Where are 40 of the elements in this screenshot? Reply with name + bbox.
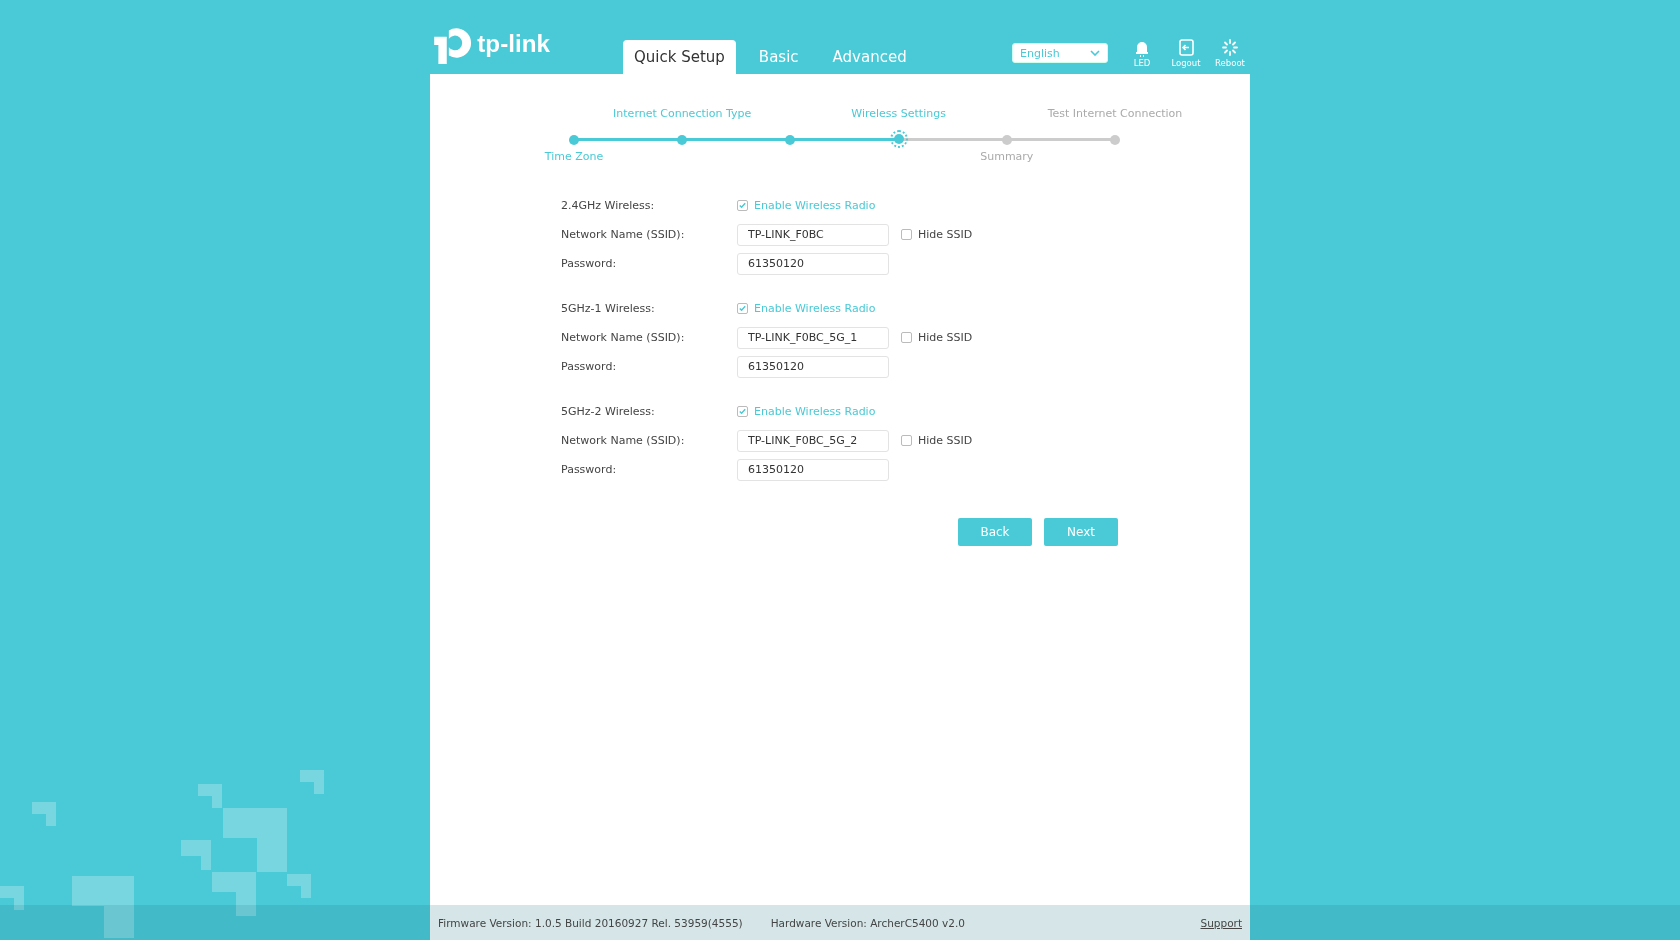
support-link[interactable]: Support [1200,916,1242,929]
field-label: Network Name (SSID): [561,228,686,241]
field-label: 5GHz-1 Wireless: [561,302,656,315]
step-label: Summary [980,150,1034,163]
field-label: Network Name (SSID): [561,331,686,344]
reboot-icon [1221,38,1239,57]
checkbox[interactable] [901,332,912,343]
checkbox-label: Hide SSID [918,331,973,344]
field-label: Network Name (SSID): [561,434,686,447]
checkbox[interactable] [737,406,748,417]
checkbox-label: Enable Wireless Radio [754,199,876,212]
field-label: Password: [561,257,618,270]
nav-tab[interactable]: Quick Setup [623,40,736,74]
checkbox-label: Enable Wireless Radio [754,302,876,315]
input-field[interactable]: 61350120 [737,458,889,481]
checkbox-label: Hide SSID [918,434,973,447]
brand-name: tp-link [477,29,550,59]
step-label: Test Internet Connection [1047,107,1183,120]
input-field[interactable]: 61350120 [737,252,889,275]
step-label: Internet Connection Type [613,107,752,120]
field-label: 5GHz-2 Wireless: [561,405,656,418]
checkbox[interactable] [901,435,912,446]
field-label: Password: [561,360,618,373]
field-label: 2.4GHz Wireless: [561,199,656,212]
hardware-version: Hardware Version: ArcherC5400 v2.0 [770,916,965,929]
input-field[interactable]: TP-LINK_F0BC [737,223,889,246]
checkbox-label: Enable Wireless Radio [754,405,876,418]
input-field[interactable]: 61350120 [737,355,889,378]
field-label: Password: [561,463,618,476]
step-label: Time Zone [544,150,604,163]
checkbox-label: Hide SSID [918,228,973,241]
input-field[interactable]: TP-LINK_F0BC_5G_2 [737,429,889,452]
caret-icon [1090,50,1100,56]
checkbox[interactable] [737,200,748,211]
logout-icon [1177,38,1195,57]
checkbox[interactable] [737,303,748,314]
input-field[interactable]: TP-LINK_F0BC_5G_1 [737,326,889,349]
step-label: Wireless Settings [851,107,946,120]
firmware-version: Firmware Version: 1.0.5 Build 20160927 Rel. 53959(4555) [438,916,743,929]
checkbox[interactable] [901,229,912,240]
